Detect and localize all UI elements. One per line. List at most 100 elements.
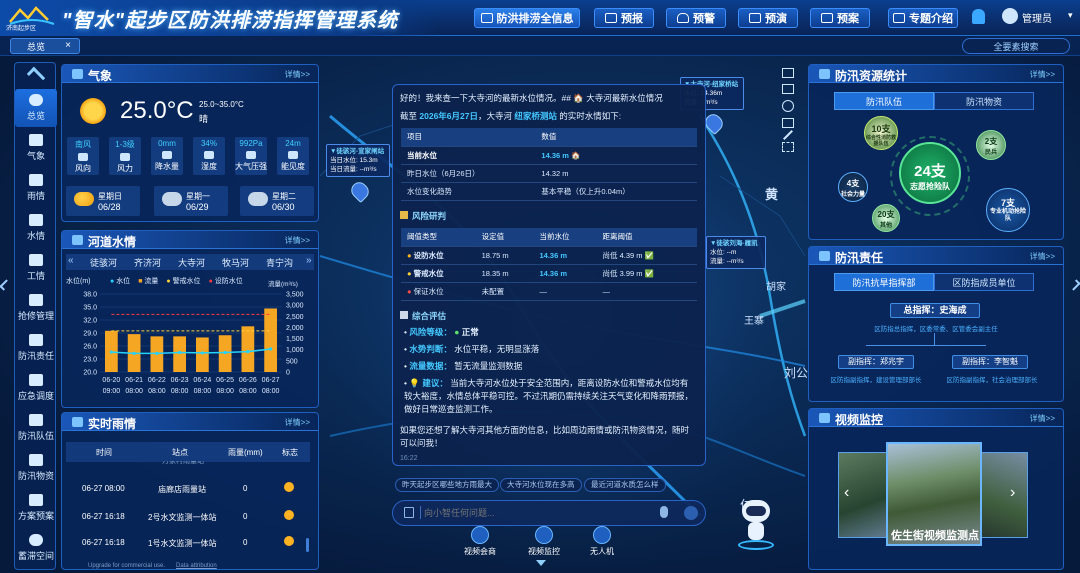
other-bubble[interactable]: 20支 其他: [872, 204, 900, 232]
suggestion-chip[interactable]: 昨天起步区哪些地方雨最大: [395, 478, 499, 492]
sidebar-item-weather[interactable]: 气象: [15, 129, 57, 167]
suggestion-chip[interactable]: 大寺河水位现在多高: [500, 478, 582, 492]
y-axis-left-label: 水位(m): [66, 278, 91, 285]
mobile-rescue-bubble[interactable]: 7支 专业机动抢险队: [986, 188, 1030, 232]
chevron-down-icon[interactable]: ▾: [1068, 10, 1073, 21]
tab-hq[interactable]: 防汛抗旱指挥部: [834, 273, 934, 291]
sidebar-item-works[interactable]: 工情: [15, 249, 57, 287]
scrollbar[interactable]: [306, 538, 309, 552]
station-marker[interactable]: ▼徒骇刘海-履凯 水位: --m 流量: --m³/s: [706, 236, 766, 269]
send-icon[interactable]: [684, 506, 698, 520]
data-attribution-link[interactable]: Data attribution: [176, 563, 217, 569]
river-more-link[interactable]: 详情>>: [285, 235, 310, 246]
global-search-button[interactable]: 全要素搜索: [962, 38, 1070, 54]
weather-cell: 24m 能见度: [277, 137, 309, 175]
deputy-commander[interactable]: 副指挥：郑兆宇: [838, 355, 914, 369]
map-label: 王寨: [744, 316, 764, 327]
sidebar-item-duty[interactable]: 防汛责任: [15, 329, 57, 367]
water-level-point: [132, 351, 136, 355]
chevron-down-icon[interactable]: [536, 560, 546, 566]
resources-more-link[interactable]: 详情>>: [1030, 69, 1055, 80]
rain-station: 2号水文监测一体站: [148, 513, 217, 522]
nav-forecast[interactable]: 预报: [594, 8, 654, 28]
sidebar-item-supplies[interactable]: 防汛物资: [15, 449, 57, 487]
col-header: 标志: [282, 448, 298, 457]
tab-river[interactable]: 牧马河: [222, 256, 249, 269]
sidebar-item-dispatch[interactable]: 应急调度: [15, 369, 57, 407]
video-more-link[interactable]: 详情>>: [1030, 413, 1055, 424]
user-name[interactable]: 管理员: [1022, 10, 1052, 25]
fire-rescue-bubble[interactable]: 10支 综合性消防救援队伍: [864, 116, 898, 150]
y-tick-label-right: 2,500: [286, 314, 304, 321]
tab-teams[interactable]: 防汛队伍: [834, 92, 934, 110]
volunteer-team-bubble[interactable]: 24支 志愿抢险队: [899, 142, 961, 204]
draw-icon[interactable]: [783, 130, 793, 140]
sidebar-item-storage[interactable]: 蓄滞空间: [15, 529, 57, 567]
nav-simulation[interactable]: 预演: [738, 8, 798, 28]
chevron-right-icon[interactable]: ›: [1010, 484, 1015, 502]
weather-more-link[interactable]: 详情>>: [285, 69, 310, 80]
y-tick-label-left: 38.0: [83, 292, 97, 299]
map-label: 刘公: [784, 366, 809, 380]
nav-plan[interactable]: 预案: [810, 8, 870, 28]
y-tick-label-right: 1,000: [286, 347, 304, 354]
sidebar-item-repair[interactable]: 抢修管理: [15, 289, 57, 327]
legend-icon[interactable]: [782, 84, 794, 94]
nav-warning[interactable]: 预警: [666, 8, 726, 28]
tab-overview[interactable]: 总览 ×: [10, 38, 80, 54]
station-marker[interactable]: ▼徒骇河-宣家闸站 当日水位: 15.3m 当日流量: --m³/s: [326, 144, 390, 177]
avatar[interactable]: [1002, 8, 1018, 24]
sidebar-item-water[interactable]: 水情: [15, 209, 57, 247]
map-label: 黄: [765, 187, 779, 202]
chevron-left-icon[interactable]: «: [68, 255, 74, 266]
tab-supplies[interactable]: 防汛物资: [934, 92, 1034, 110]
x-tick-label: 06-27: [262, 377, 280, 384]
video-caption: 佐生街视频监测点: [891, 530, 979, 542]
tab-river[interactable]: 齐济河: [134, 256, 161, 269]
tab-members[interactable]: 区防指成员单位: [934, 273, 1034, 291]
nav-full-info[interactable]: 防洪排涝全信息: [474, 8, 580, 28]
tab-river[interactable]: 徒骇河: [90, 256, 117, 269]
chevron-left-icon[interactable]: ‹: [844, 484, 849, 502]
trash-icon[interactable]: [404, 507, 414, 518]
sun-icon: [284, 482, 294, 492]
microphone-icon[interactable]: [660, 506, 668, 518]
bell-icon[interactable]: [972, 9, 985, 24]
temperature-range: 25.0~35.0°C: [199, 100, 244, 109]
deputy-commander[interactable]: 副指挥：李智魁: [952, 355, 1028, 369]
sidebar-item-plans[interactable]: 方案预案: [15, 489, 57, 527]
water-level-point: [223, 350, 227, 355]
militia-bubble[interactable]: 2支 民兵: [976, 130, 1006, 160]
drone-button[interactable]: 无人机: [582, 526, 622, 557]
video-thumbnail[interactable]: [976, 452, 1028, 538]
suggestion-chip[interactable]: 最近河道水质怎么样: [584, 478, 666, 492]
ai-assistant-avatar[interactable]: [738, 500, 774, 552]
panel-title: 视频监控: [835, 413, 884, 427]
video-conference-button[interactable]: 视频会商: [460, 526, 500, 557]
chat-input[interactable]: [424, 504, 644, 522]
close-icon[interactable]: ×: [65, 40, 71, 51]
tab-river[interactable]: 青宁沟: [266, 256, 293, 269]
sidebar-item-overview[interactable]: 总览: [15, 89, 57, 127]
social-force-bubble[interactable]: 4支 社会力量: [838, 172, 868, 202]
rain-more-link[interactable]: 详情>>: [285, 417, 310, 428]
panel-title: 实时雨情: [88, 417, 137, 431]
col-header: 时间: [96, 448, 112, 457]
video-monitor-button[interactable]: 视频监控: [524, 526, 564, 557]
duty-more-link[interactable]: 详情>>: [1030, 251, 1055, 262]
rain-value: 0: [243, 538, 248, 547]
grid-icon[interactable]: [782, 142, 794, 152]
chevron-right-icon[interactable]: »: [306, 255, 312, 266]
sidebar-item-rain[interactable]: 雨情: [15, 169, 57, 207]
special-topic-button[interactable]: 专题介绍: [888, 8, 958, 28]
compass-icon[interactable]: [782, 100, 794, 112]
clipboard-icon: [821, 13, 833, 23]
eval-section-title: 综合评估: [400, 310, 446, 323]
x-tick-label: 09:00: [103, 388, 121, 395]
measure-icon[interactable]: [782, 118, 794, 128]
chief-commander[interactable]: 总指挥：史海成: [890, 303, 980, 318]
layers-icon[interactable]: [782, 68, 794, 78]
tab-river[interactable]: 大寺河: [178, 256, 205, 269]
chevron-up-icon[interactable]: [26, 66, 46, 86]
sidebar-item-team[interactable]: 防汛队伍: [15, 409, 57, 447]
